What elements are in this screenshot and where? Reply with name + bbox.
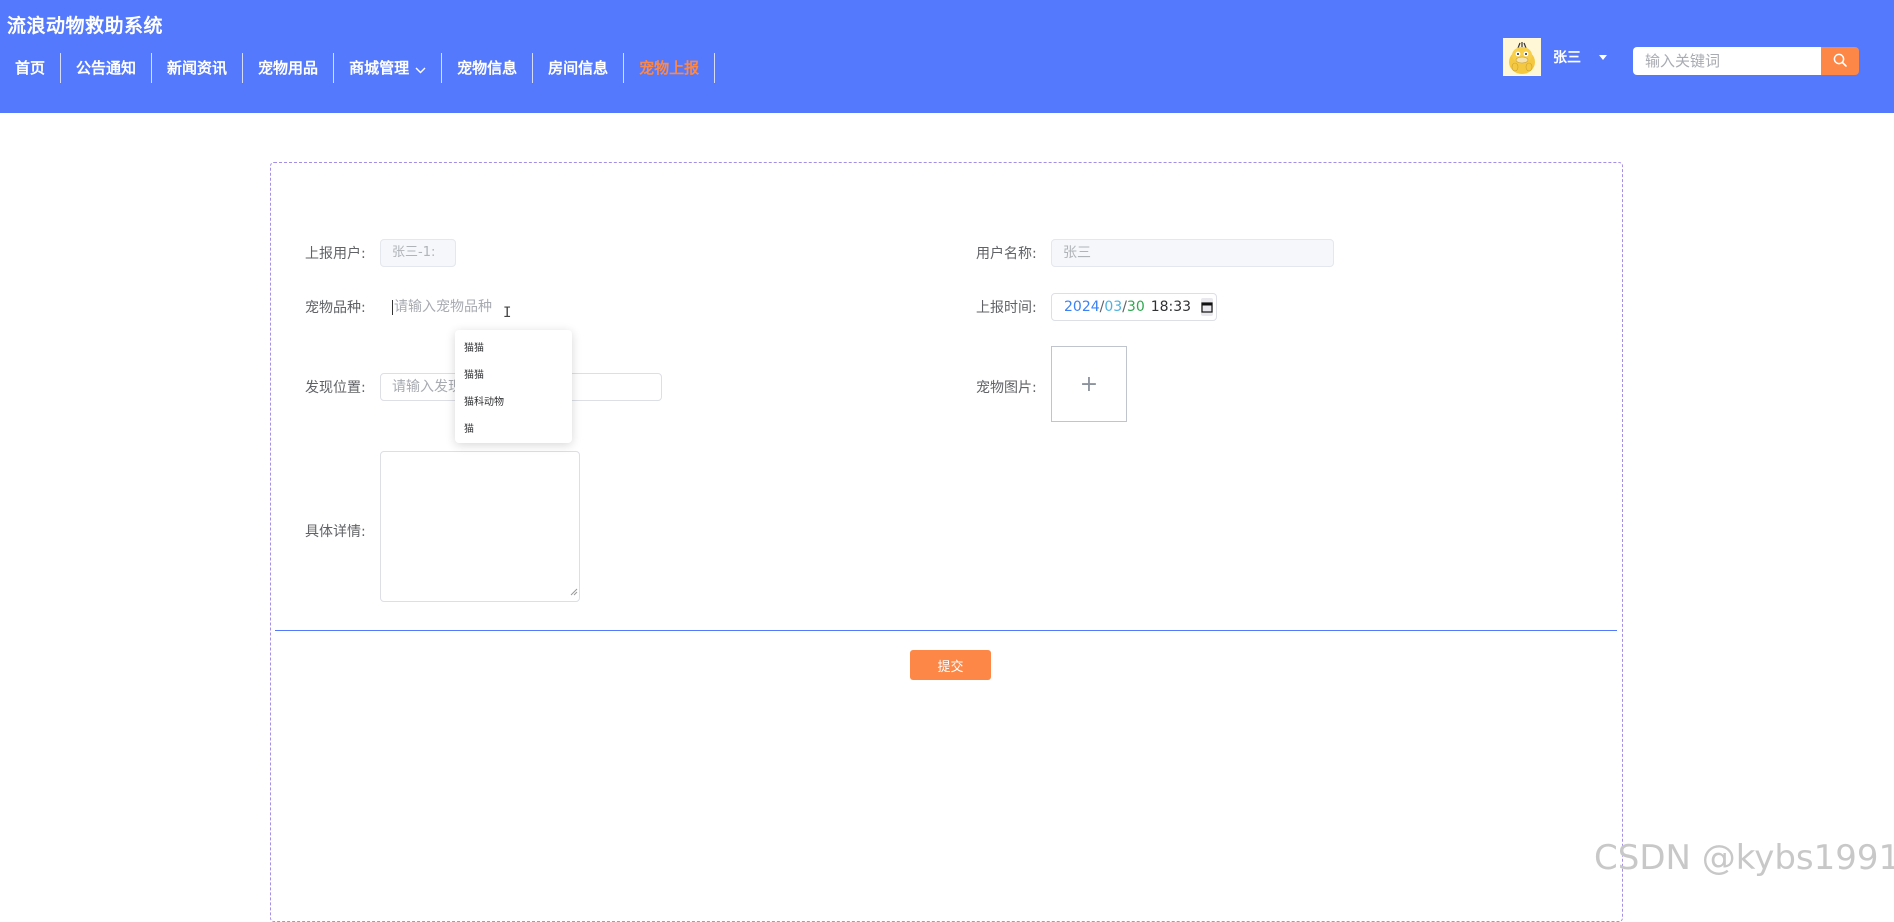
suggestion-item[interactable]: 猫猫 bbox=[464, 366, 484, 381]
suggestion-item[interactable]: 猫猫 bbox=[464, 339, 484, 354]
psyduck-avatar-icon[interactable] bbox=[1503, 38, 1541, 76]
calendar-icon[interactable] bbox=[1201, 298, 1214, 316]
main-nav: 首页 公告通知 新闻资讯 宠物用品 商城管理 宠物信息 房间信息 宠物上报 bbox=[0, 53, 716, 84]
report-time-label: 上报时间: bbox=[976, 300, 1037, 316]
watermark: CSDN @kybs1991 bbox=[1594, 838, 1894, 878]
suggestion-item[interactable]: 猫科动物 bbox=[464, 393, 504, 408]
username-label: 用户名称: bbox=[976, 246, 1037, 262]
details-label: 具体详情: bbox=[305, 524, 366, 540]
form-divider bbox=[275, 630, 1617, 631]
chevron-down-icon bbox=[415, 54, 426, 84]
breed-label: 宠物品种: bbox=[305, 300, 366, 316]
breed-suggestion-dropdown: 猫猫 猫猫 猫科动物 猫 bbox=[455, 330, 572, 443]
nav-item-pet-info[interactable]: 宠物信息 bbox=[442, 53, 534, 83]
nav-item-mall-management[interactable]: 商城管理 bbox=[334, 53, 443, 84]
photo-label: 宠物图片: bbox=[976, 380, 1037, 396]
date-month[interactable]: 03 bbox=[1104, 294, 1122, 320]
search-input[interactable] bbox=[1633, 47, 1821, 75]
date-time[interactable]: 18:33 bbox=[1151, 294, 1191, 320]
plus-icon: + bbox=[1079, 371, 1099, 397]
search-icon bbox=[1833, 52, 1847, 71]
nav-item-home[interactable]: 首页 bbox=[0, 53, 62, 83]
nav-item-notices[interactable]: 公告通知 bbox=[61, 53, 153, 83]
breed-placeholder: 请输入宠物品种 bbox=[394, 299, 492, 315]
text-cursor bbox=[392, 299, 393, 315]
site-title: 流浪动物救助系统 bbox=[7, 15, 164, 37]
username-field: 张三 bbox=[1051, 239, 1334, 267]
top-header: 流浪动物救助系统 首页 公告通知 新闻资讯 宠物用品 商城管理 宠物信息 房间信… bbox=[0, 0, 1894, 113]
nav-item-news[interactable]: 新闻资讯 bbox=[152, 53, 244, 83]
user-menu[interactable]: 张三 bbox=[1503, 38, 1607, 76]
user-name[interactable]: 张三 bbox=[1553, 47, 1581, 67]
submit-button[interactable]: 提交 bbox=[910, 650, 991, 680]
reporter-label: 上报用户: bbox=[305, 246, 366, 262]
ibeam-cursor-icon: I bbox=[503, 305, 512, 321]
date-day[interactable]: 30 bbox=[1127, 294, 1145, 320]
suggestion-item[interactable]: 猫 bbox=[464, 420, 474, 435]
photo-upload-button[interactable]: + bbox=[1051, 346, 1127, 422]
caret-down-icon[interactable] bbox=[1599, 54, 1607, 60]
date-year[interactable]: 2024 bbox=[1064, 294, 1100, 320]
location-label: 发现位置: bbox=[305, 380, 366, 396]
report-time-input[interactable]: 2024/03/30 18:33 bbox=[1051, 293, 1217, 321]
nav-item-pet-report[interactable]: 宠物上报 bbox=[624, 53, 716, 83]
reporter-field: 张三-1: bbox=[380, 239, 456, 267]
nav-item-mall-management-label: 商城管理 bbox=[349, 59, 410, 77]
resize-grip-icon[interactable] bbox=[570, 581, 578, 600]
nav-item-pet-supplies[interactable]: 宠物用品 bbox=[243, 53, 335, 83]
search-button[interactable] bbox=[1821, 47, 1859, 75]
breed-input[interactable]: 请输入宠物品种 bbox=[380, 293, 510, 321]
nav-item-room-info[interactable]: 房间信息 bbox=[533, 53, 625, 83]
details-textarea[interactable] bbox=[380, 451, 580, 602]
